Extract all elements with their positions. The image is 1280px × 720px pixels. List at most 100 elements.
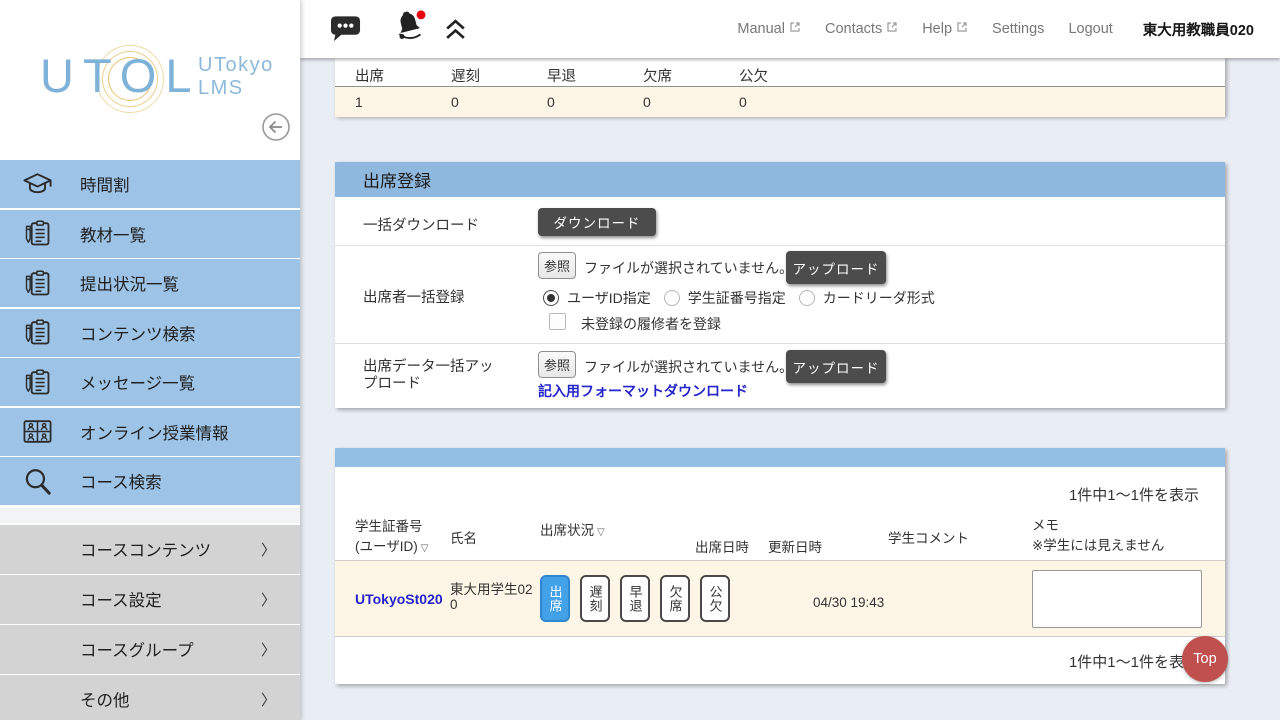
status-button-present[interactable]: 出席 <box>540 575 570 622</box>
browse-file-button[interactable]: 参照 <box>538 351 576 378</box>
student-name: 東大用学生020 <box>450 582 534 612</box>
radio-label: ユーザID指定 <box>567 288 651 308</box>
upload-attendance-data-button[interactable]: アップロード <box>786 350 886 383</box>
notifications-button[interactable] <box>392 8 430 49</box>
status-button-excused[interactable]: 公欠 <box>700 575 730 622</box>
section-header: 出席登録 <box>335 162 1225 197</box>
sidebar-item-label: コンテンツ検索 <box>80 321 196 345</box>
topbar: Manual Contacts Help Settings Logout 東大用… <box>300 0 1280 58</box>
arrow-left-circle-icon <box>261 130 291 145</box>
radio-label: 学生証番号指定 <box>688 288 786 308</box>
summary-value-excused: 0 <box>739 94 747 110</box>
sort-down-icon: ▽ <box>597 527 605 538</box>
format-download-link[interactable]: 記入用フォーマットダウンロード <box>538 381 748 401</box>
scroll-to-top-button[interactable]: Top <box>1182 636 1228 682</box>
chat-bubble-icon <box>330 30 361 45</box>
status-button-late[interactable]: 遅刻 <box>580 575 610 622</box>
sidebar-item-message-list[interactable]: メッセージ一覧 <box>0 358 300 406</box>
sidebar-divider <box>0 508 300 523</box>
section-header-strip <box>335 448 1225 467</box>
logo-text: UTOL <box>40 48 201 103</box>
topbar-links: Manual Contacts Help Settings Logout 東大用… <box>737 0 1254 58</box>
column-header-student-id[interactable]: 学生証番号 (ユーザID)▽ <box>355 515 428 555</box>
clipboard-icon <box>20 367 54 398</box>
radio-selected-icon <box>543 290 559 306</box>
collapse-topbar-button[interactable] <box>443 18 468 44</box>
search-icon <box>20 465 54 498</box>
upload-attendees-button[interactable]: アップロード <box>786 251 886 284</box>
summary-header-late: 遅刻 <box>451 65 480 86</box>
manual-link[interactable]: Manual <box>737 21 801 37</box>
clipboard-icon <box>20 218 54 249</box>
row-divider <box>335 343 1225 344</box>
summary-header-excused: 公欠 <box>739 65 768 86</box>
radio-card-reader-format[interactable]: カードリーダ形式 <box>799 288 935 308</box>
column-header-name: 氏名 <box>450 527 477 547</box>
radio-student-card-number[interactable]: 学生証番号指定 <box>664 288 786 308</box>
no-file-selected-text: ファイルが選択されていません。 <box>584 258 793 278</box>
register-unenrolled-label: 未登録の履修者を登録 <box>581 314 721 334</box>
online-class-icon <box>20 415 54 448</box>
radio-unselected-icon <box>799 290 815 306</box>
summary-value-present: 1 <box>355 94 363 110</box>
contacts-link[interactable]: Contacts <box>825 21 898 37</box>
sidebar-item-course-search[interactable]: コース検索 <box>0 457 300 505</box>
sidebar-item-online-class-info[interactable]: オンライン授業情報 <box>0 408 300 456</box>
status-button-early-leave[interactable]: 早退 <box>620 575 650 622</box>
student-id-link[interactable]: UTokyoSt020 <box>355 591 443 607</box>
summary-value-row: 1 0 0 0 0 <box>335 87 1225 117</box>
column-header-memo: メモ ※学生には見えません <box>1032 514 1164 554</box>
browse-file-button[interactable]: 参照 <box>538 252 576 279</box>
help-link-label: Help <box>922 21 952 37</box>
row-divider <box>335 245 1225 246</box>
clipboard-icon <box>20 317 54 348</box>
help-link[interactable]: Help <box>922 21 968 37</box>
sidebar-item-content-search[interactable]: コンテンツ検索 <box>0 309 300 357</box>
messages-button[interactable] <box>330 14 361 45</box>
external-link-icon <box>789 21 801 37</box>
table-row: UTokyoSt020 東大用学生020 出席 遅刻 早退 欠席 公欠 04/3… <box>335 561 1225 637</box>
attendance-summary-table: 出席 遅刻 早退 欠席 公欠 1 0 0 0 0 <box>335 57 1225 116</box>
sort-down-icon: ▽ <box>421 543 429 554</box>
sidebar-item-label: メッセージ一覧 <box>80 370 195 394</box>
memo-textarea[interactable] <box>1032 570 1202 628</box>
status-button-absent[interactable]: 欠席 <box>660 575 690 622</box>
chevron-right-icon: 〉 <box>261 539 276 560</box>
summary-value-absent: 0 <box>643 94 651 110</box>
register-unenrolled-checkbox[interactable] <box>549 313 566 330</box>
manual-link-label: Manual <box>737 21 785 37</box>
sidebar-group-course-contents[interactable]: コースコンテンツ 〉 <box>0 525 300 574</box>
logout-link[interactable]: Logout <box>1068 21 1112 37</box>
summary-header-present: 出席 <box>355 65 384 86</box>
summary-header-early-leave: 早退 <box>547 65 576 86</box>
sidebar-collapse-button[interactable] <box>260 112 292 144</box>
graduation-cap-icon <box>20 168 54 201</box>
external-link-icon <box>886 21 898 37</box>
sidebar-item-materials[interactable]: 教材一覧 <box>0 210 300 258</box>
logo-subtext-line2: LMS <box>198 77 274 100</box>
radio-user-id[interactable]: ユーザID指定 <box>543 288 651 308</box>
attendance-registration-section: 出席登録 一括ダウンロード ダウンロード 出席者一括登録 参照 ファイルが選択さ… <box>335 162 1225 408</box>
result-count-text: 1件中1〜1件を表示 <box>1069 484 1199 505</box>
utol-lms-screen: UTOL UTokyo LMS 時間割 教材一覧 <box>0 0 1280 720</box>
chevron-right-icon: 〉 <box>261 639 276 660</box>
sidebar-item-timetable[interactable]: 時間割 <box>0 160 300 208</box>
sidebar-group-course-settings[interactable]: コース設定 〉 <box>0 575 300 624</box>
sidebar-group-course-group[interactable]: コースグループ 〉 <box>0 625 300 674</box>
sidebar-item-submission-status[interactable]: 提出状況一覧 <box>0 259 300 307</box>
no-file-selected-text: ファイルが選択されていません。 <box>584 357 793 377</box>
sidebar-group-others[interactable]: その他 〉 <box>0 675 300 720</box>
sidebar-groups: コースコンテンツ 〉 コース設定 〉 コースグループ 〉 その他 〉 <box>0 525 300 720</box>
chevron-right-icon: 〉 <box>261 689 276 710</box>
logo-subtext-line1: UTokyo <box>198 54 274 77</box>
column-header-status[interactable]: 出席状況▽ <box>540 519 605 539</box>
summary-header-absent: 欠席 <box>643 65 672 86</box>
attendance-data-upload-label: 出席データ一括アップロード <box>363 359 503 393</box>
download-button[interactable]: ダウンロード <box>538 208 656 236</box>
settings-link[interactable]: Settings <box>992 21 1044 37</box>
column-header-update-time: 更新日時 <box>768 536 822 556</box>
clipboard-icon <box>20 268 54 299</box>
id-format-radio-group: ユーザID指定 学生証番号指定 カードリーダ形式 <box>543 288 935 308</box>
logo-subtext: UTokyo LMS <box>198 54 274 100</box>
attendance-list-section: 1件中1〜1件を表示 学生証番号 (ユーザID)▽ 氏名 出席状況▽ 出席日時 … <box>335 448 1225 684</box>
